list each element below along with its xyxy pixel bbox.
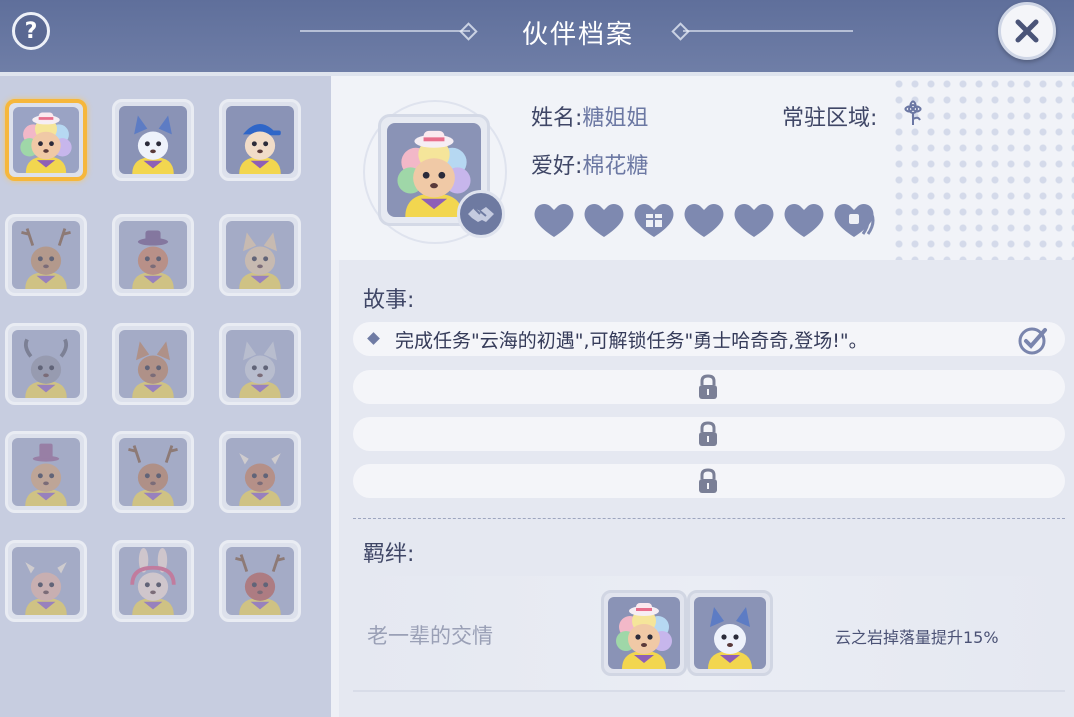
page-title: 伙伴档案 (521, 20, 634, 50)
diamond-bullet-icon (367, 332, 380, 345)
partner-slot[interactable] (219, 214, 301, 296)
partner-portrait (226, 547, 294, 615)
partner-portrait (13, 107, 79, 173)
diamond-ornament-left (459, 22, 478, 41)
story-entry-text: 完成任务"云海的初遇",可解锁任务"勇士哈奇奇,登场!"。 (395, 330, 868, 352)
partner-portrait (119, 106, 187, 174)
goat-icon (12, 330, 80, 398)
bond-member-avatar[interactable] (601, 590, 687, 676)
region-row: 常驻区域: (782, 100, 877, 132)
check-icon (1018, 327, 1047, 355)
partner-slot[interactable] (219, 99, 301, 181)
gift-heart-icon (634, 203, 674, 237)
story-entry-locked (353, 370, 1065, 404)
name-row: 姓名:糖姐姐 (531, 100, 648, 132)
partner-slot[interactable] (219, 540, 301, 622)
grey-cat-icon (226, 330, 294, 398)
rabbit-headphones-icon (119, 547, 187, 615)
lock-icon (699, 421, 717, 446)
close-button[interactable] (998, 2, 1056, 60)
cat-icon (226, 221, 294, 289)
bond-title: 羁绊: (363, 542, 415, 567)
close-icon (1015, 19, 1039, 43)
partner-portrait (226, 106, 294, 174)
profile-section: 姓名:糖姐姐 常驻区域: 爱好:棉花糖 (331, 76, 1074, 260)
flower-region-icon (904, 100, 922, 125)
fox-with-hat-icon (119, 221, 187, 289)
story-section: 故事: 完成任务"云海的初遇",可解锁任务"勇士哈奇奇,登场!"。 羁绊: 老一… (339, 260, 1074, 717)
heart-icon (534, 203, 574, 237)
partner-portrait (12, 438, 80, 506)
hobby-value: 棉花糖 (582, 154, 649, 179)
lock-icon (699, 374, 717, 399)
bond-member-avatar[interactable] (687, 590, 773, 676)
bond-name: 老一辈的交情 (367, 624, 493, 648)
partner-portrait (226, 438, 294, 506)
affection-hearts (531, 200, 877, 240)
help-icon: ? (24, 18, 38, 44)
lock-heart-icon (834, 203, 875, 237)
lock-icon (699, 468, 717, 493)
partner-slot[interactable] (219, 323, 301, 405)
story-entry-locked (353, 417, 1065, 451)
bond-effect-text: 云之岩掉落量提升15% (835, 628, 999, 647)
title-ornament-left (300, 30, 470, 32)
partner-portrait (12, 547, 80, 615)
partner-slot[interactable] (5, 323, 87, 405)
pig-icon (12, 547, 80, 615)
hobby-row: 爱好:棉花糖 (531, 148, 648, 180)
title-ornament-right (683, 30, 853, 32)
partner-portrait (12, 221, 80, 289)
partner-slot[interactable] (5, 540, 87, 622)
partner-slot[interactable] (112, 214, 194, 296)
heart-icon (734, 203, 774, 237)
bear-top-hat-icon (12, 438, 80, 506)
heart-icon (584, 203, 624, 237)
partner-portrait (119, 221, 187, 289)
heart-icon (784, 203, 824, 237)
partner-slot[interactable] (112, 540, 194, 622)
partner-slot[interactable] (112, 323, 194, 405)
partner-detail-panel: 姓名:糖姐姐 常驻区域: 爱好:棉花糖 故事: 完成任务"云海的初遇",可解锁任… (331, 76, 1074, 717)
heart-icon (684, 203, 724, 237)
blue-wolf-icon (119, 106, 187, 174)
story-title: 故事: (363, 288, 415, 313)
squirrel-icon (119, 330, 187, 398)
partner-slot[interactable] (112, 431, 194, 513)
header-bar: ? 伙伴档案 (0, 0, 1074, 76)
name-value: 糖姐姐 (582, 106, 649, 131)
deer-icon (12, 221, 80, 289)
story-entry: 完成任务"云海的初遇",可解锁任务"勇士哈奇奇,登场!"。 (353, 322, 1065, 356)
boy-blue-cap-icon (226, 106, 294, 174)
reindeer-icon (226, 547, 294, 615)
cow-icon (226, 438, 294, 506)
moose-icon (119, 438, 187, 506)
partner-portrait (119, 438, 187, 506)
partner-slot[interactable] (219, 431, 301, 513)
partner-slot[interactable] (5, 431, 87, 513)
partner-roster (0, 76, 331, 717)
partner-portrait (119, 330, 187, 398)
story-entry-locked (353, 464, 1065, 498)
partner-portrait (226, 221, 294, 289)
bond-entry: 老一辈的交情 云之岩掉落量提升15% (353, 576, 1065, 692)
partner-portrait (119, 547, 187, 615)
region-label: 常驻区域: (782, 106, 878, 131)
help-button[interactable]: ? (12, 12, 50, 50)
partner-slot[interactable] (5, 214, 87, 296)
partner-slot[interactable] (112, 99, 194, 181)
section-divider (353, 518, 1065, 519)
partner-portrait (12, 330, 80, 398)
sheep-with-hat-icon (13, 107, 79, 173)
partner-portrait (226, 330, 294, 398)
hobby-label: 爱好: (531, 154, 583, 179)
blue-wolf-icon (694, 597, 766, 669)
sheep-with-hat-icon (608, 597, 680, 669)
partner-slot[interactable] (5, 99, 87, 181)
name-label: 姓名: (531, 106, 583, 131)
handshake-icon (457, 190, 505, 238)
